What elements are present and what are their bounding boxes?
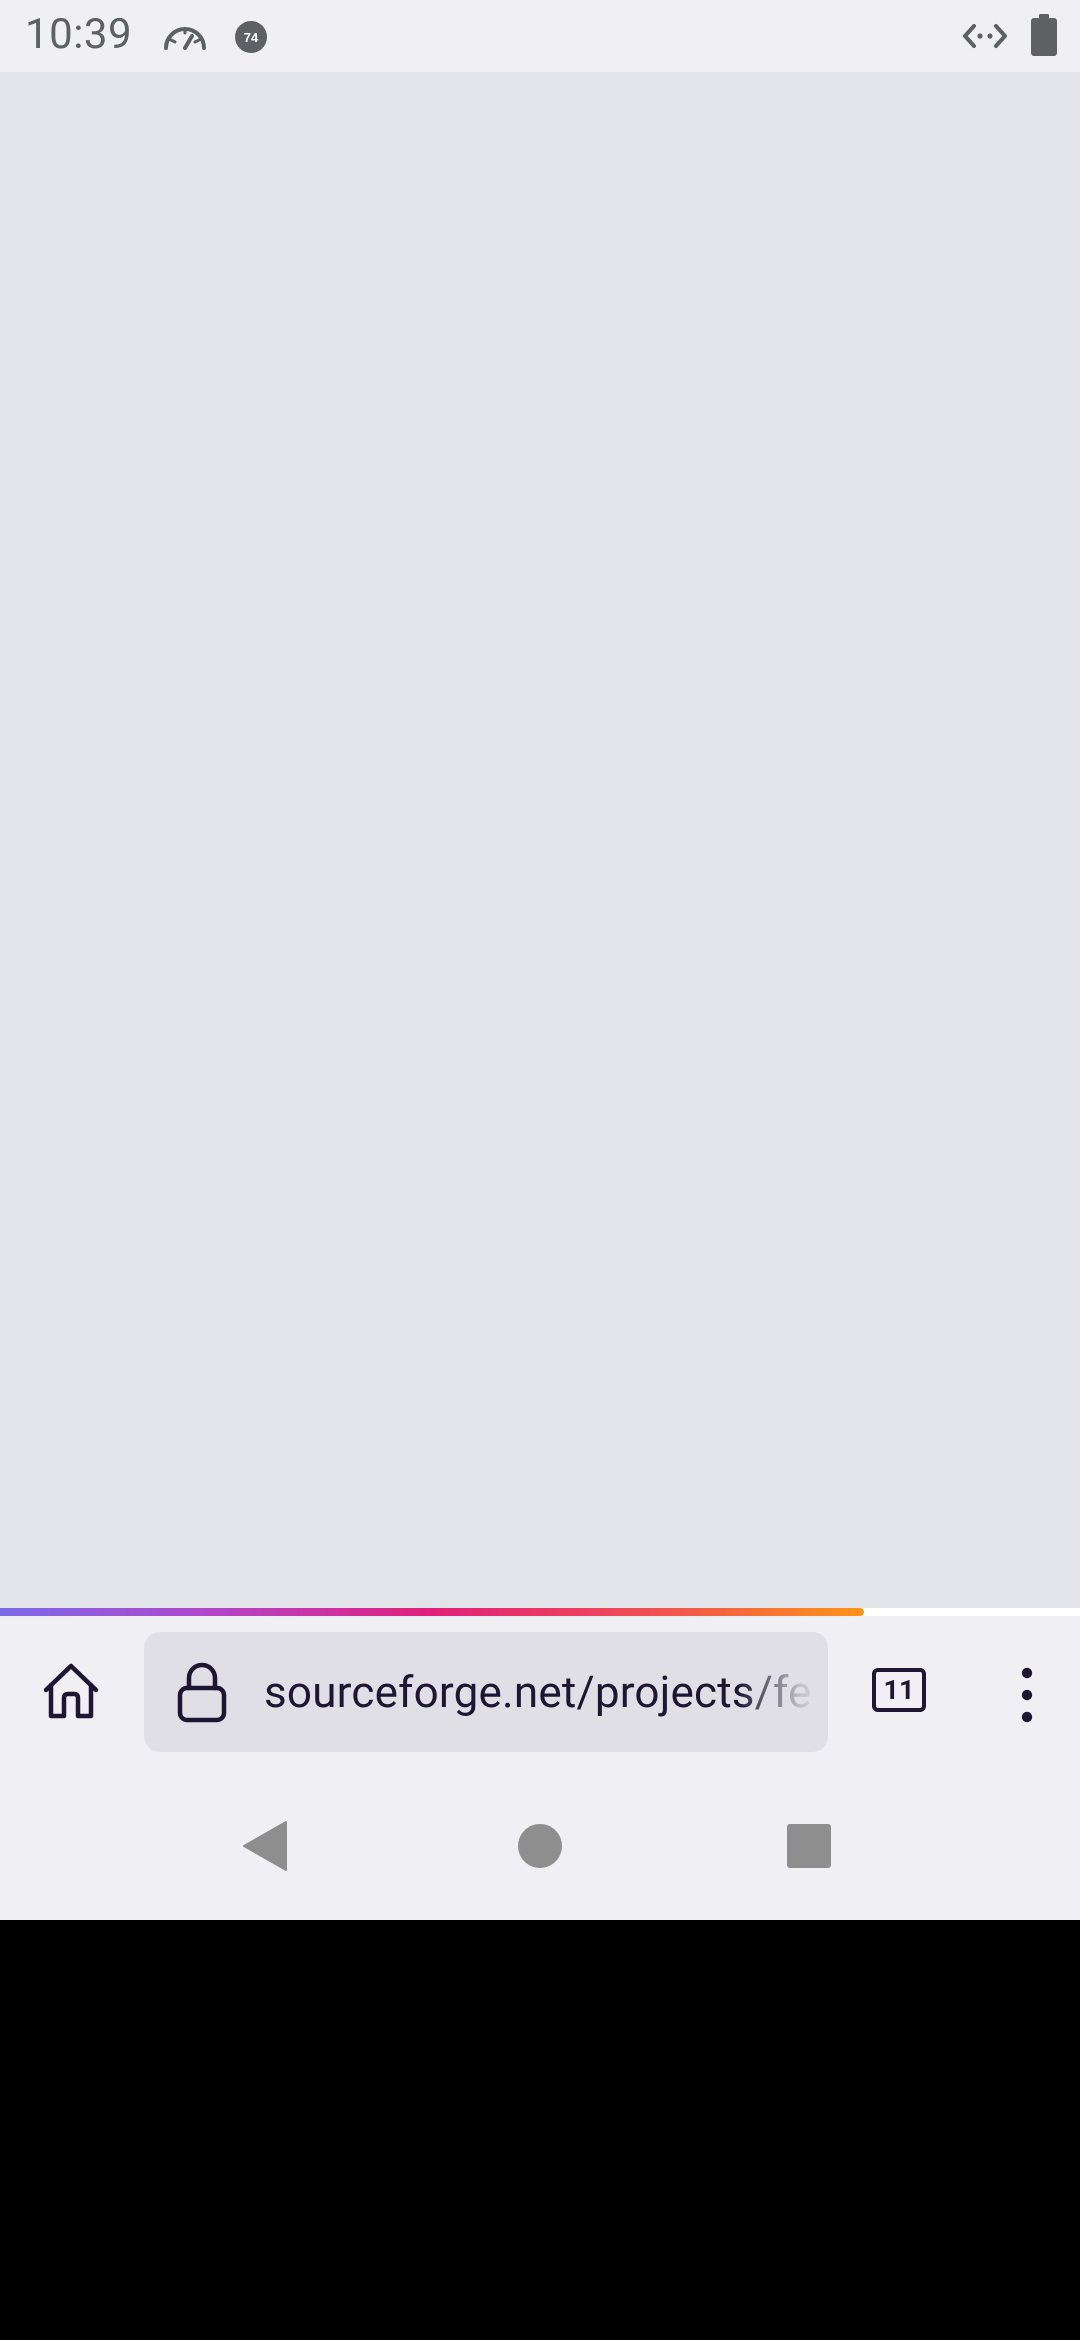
- url-bar[interactable]: sourceforge.net/projects/fe: [144, 1632, 828, 1752]
- black-letterbox: [0, 1920, 1080, 2340]
- navigation-bar: [0, 1768, 1080, 1920]
- status-bar: 10:39 74: [0, 0, 1080, 72]
- page-load-progress-fill: [0, 1608, 864, 1616]
- lock-icon[interactable]: [176, 1660, 228, 1728]
- tab-counter[interactable]: 11: [872, 1668, 926, 1712]
- speedometer-icon: [162, 20, 208, 56]
- url-text[interactable]: sourceforge.net/projects/fe: [264, 1632, 812, 1752]
- web-content-area[interactable]: [0, 72, 1080, 1608]
- screen: 10:39 74 sourceforge.net/projects/fe 11: [0, 0, 1080, 2340]
- back-icon[interactable]: [242, 1820, 288, 1876]
- more-options-icon[interactable]: [1014, 1664, 1040, 1730]
- home-circle-icon[interactable]: [518, 1824, 562, 1872]
- url-fade: [738, 1632, 828, 1752]
- recents-icon[interactable]: [787, 1824, 831, 1872]
- notification-badge-count: 74: [244, 30, 259, 45]
- data-sync-icon: [962, 20, 1008, 56]
- home-icon[interactable]: [40, 1660, 102, 1726]
- page-load-progress: [0, 1608, 1080, 1616]
- battery-icon: [1030, 14, 1058, 60]
- notification-badge-icon: 74: [234, 20, 268, 58]
- browser-toolbar: sourceforge.net/projects/fe 11: [0, 1616, 1080, 1768]
- status-time: 10:39: [25, 10, 133, 59]
